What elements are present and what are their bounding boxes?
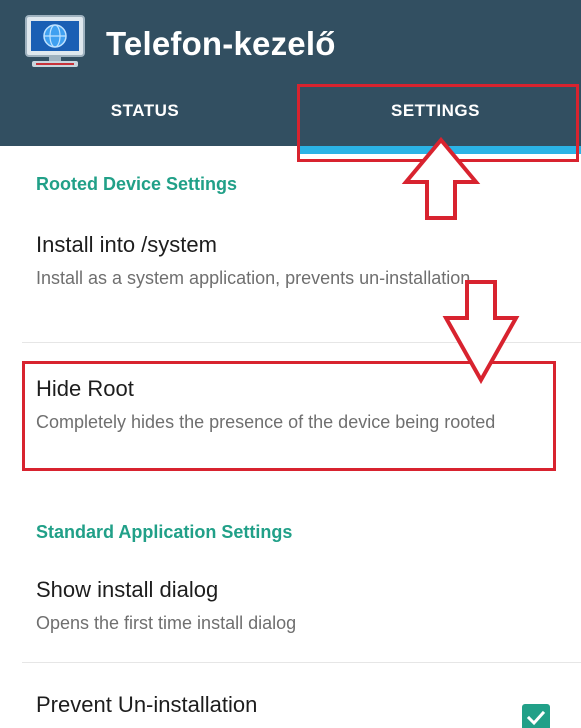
tab-selected-indicator [300,146,581,154]
pref-summary: Completely hides the presence of the dev… [36,412,496,432]
pref-title: Prevent Un-installation [36,692,258,717]
tab-settings-label: SETTINGS [390,101,480,120]
app-screen: Telefon-kezelő STATUS SETTINGS Rooted De… [0,0,581,728]
prevent-uninstall-checkbox[interactable] [522,704,550,728]
checkmark-icon [526,710,546,726]
pref-show-install-dialog[interactable]: Show install dialog Opens the first time… [0,577,581,657]
app-bar: Telefon-kezelő STATUS SETTINGS [0,0,581,146]
pref-title: Show install dialog [36,577,219,602]
tab-settings[interactable]: SETTINGS [290,96,581,142]
divider [22,342,581,343]
divider [22,662,581,663]
app-title: Telefon-kezelő [106,25,336,62]
tab-status-label: STATUS [110,101,180,120]
tab-status[interactable]: STATUS [0,96,290,142]
pref-summary: Opens the first time install dialog [36,613,297,633]
pref-hide-root[interactable]: Hide Root Completely hides the presence … [0,376,581,476]
pref-prevent-uninstallation[interactable]: Prevent Un-installation [0,692,581,728]
pref-summary: Install as a system application, prevent… [36,268,471,288]
pref-title: Install into /system [36,232,217,257]
pref-install-into-system[interactable]: Install into /system Install as a system… [0,232,581,342]
monitor-globe-icon [22,14,88,70]
pref-title: Hide Root [36,376,134,401]
section-header-rooted: Rooted Device Settings [36,174,238,194]
section-header-standard: Standard Application Settings [36,522,293,542]
